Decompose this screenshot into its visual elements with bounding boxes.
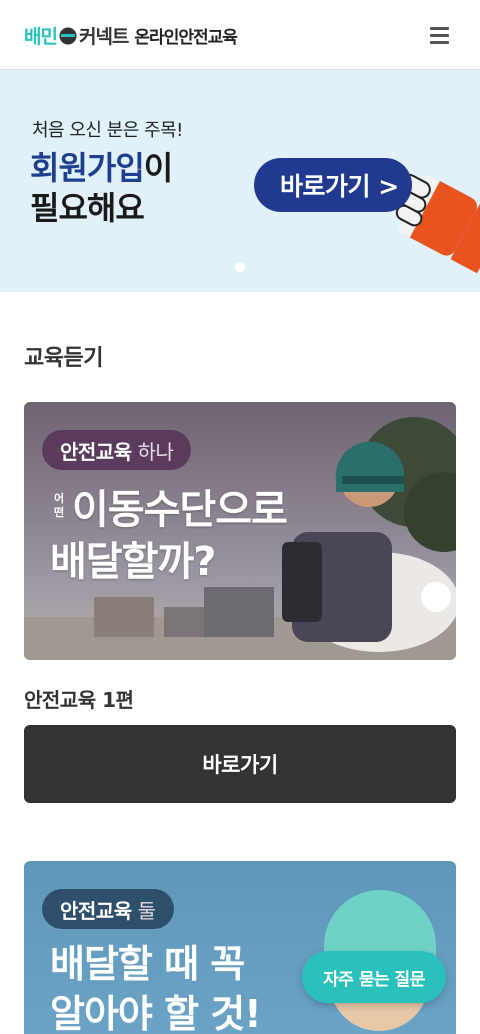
course-2-title: 배달할 때 꼭 알아야 할 것! bbox=[50, 939, 262, 1034]
logo-brand-text: 배민 bbox=[24, 25, 58, 48]
course-2-tag-light: 둘 bbox=[137, 898, 156, 923]
helmet-logo-icon bbox=[59, 27, 77, 45]
faq-button[interactable]: 자주 묻는 질문 bbox=[302, 951, 446, 1003]
banner-go-button[interactable]: 바로가기 > bbox=[254, 158, 412, 212]
course-title-line2: 배달할까? bbox=[50, 539, 216, 585]
course-2-title-line1: 배달할 때 꼭 bbox=[50, 942, 245, 986]
course-2-title-line2: 알아야 할 것! bbox=[50, 992, 262, 1034]
course-title-line1: 이동수단으로 bbox=[72, 487, 288, 533]
header: 배민 커넥트 온라인안전교육 bbox=[0, 0, 480, 70]
course-2-thumbnail[interactable]: 안전교육 둘 배달할 때 꼭 알아야 할 것! bbox=[24, 861, 456, 1034]
carousel-dot-active[interactable] bbox=[235, 262, 245, 272]
banner-title-highlight: 회원가입 bbox=[30, 149, 145, 187]
signup-banner[interactable]: 처음 오신 분은 주목! 회원가입이 필요해요 바로가기 > bbox=[0, 70, 480, 292]
course-2-tag-bold: 안전교육 bbox=[60, 898, 132, 923]
banner-subtitle: 처음 오신 분은 주목! bbox=[32, 120, 183, 141]
logo[interactable]: 배민 커넥트 온라인안전교육 bbox=[24, 20, 238, 50]
logo-connect-text: 커넥트 bbox=[78, 25, 129, 48]
course-2-tag: 안전교육 둘 bbox=[42, 889, 174, 929]
course-tag-light: 하나 bbox=[137, 439, 174, 464]
banner-title: 회원가입이 필요해요 bbox=[30, 148, 173, 228]
logo-subtitle: 온라인안전교육 bbox=[134, 27, 237, 48]
course-go-button[interactable]: 바로가기 bbox=[24, 725, 456, 803]
course-title: 이동수단으로 배달할까? bbox=[50, 484, 288, 588]
course-tag-bold: 안전교육 bbox=[60, 439, 132, 464]
course-1-thumbnail[interactable]: 안전교육 하나 어떤 이동수단으로 배달할까? bbox=[24, 402, 456, 660]
hamburger-menu-icon[interactable] bbox=[429, 25, 451, 45]
banner-title-line2: 필요해요 bbox=[30, 189, 145, 227]
banner-title-rest: 이 bbox=[143, 149, 173, 187]
course-tag: 안전교육 하나 bbox=[42, 430, 192, 470]
section-title: 교육듣기 bbox=[24, 346, 103, 371]
course-caption: 안전교육 1편 bbox=[24, 688, 134, 712]
